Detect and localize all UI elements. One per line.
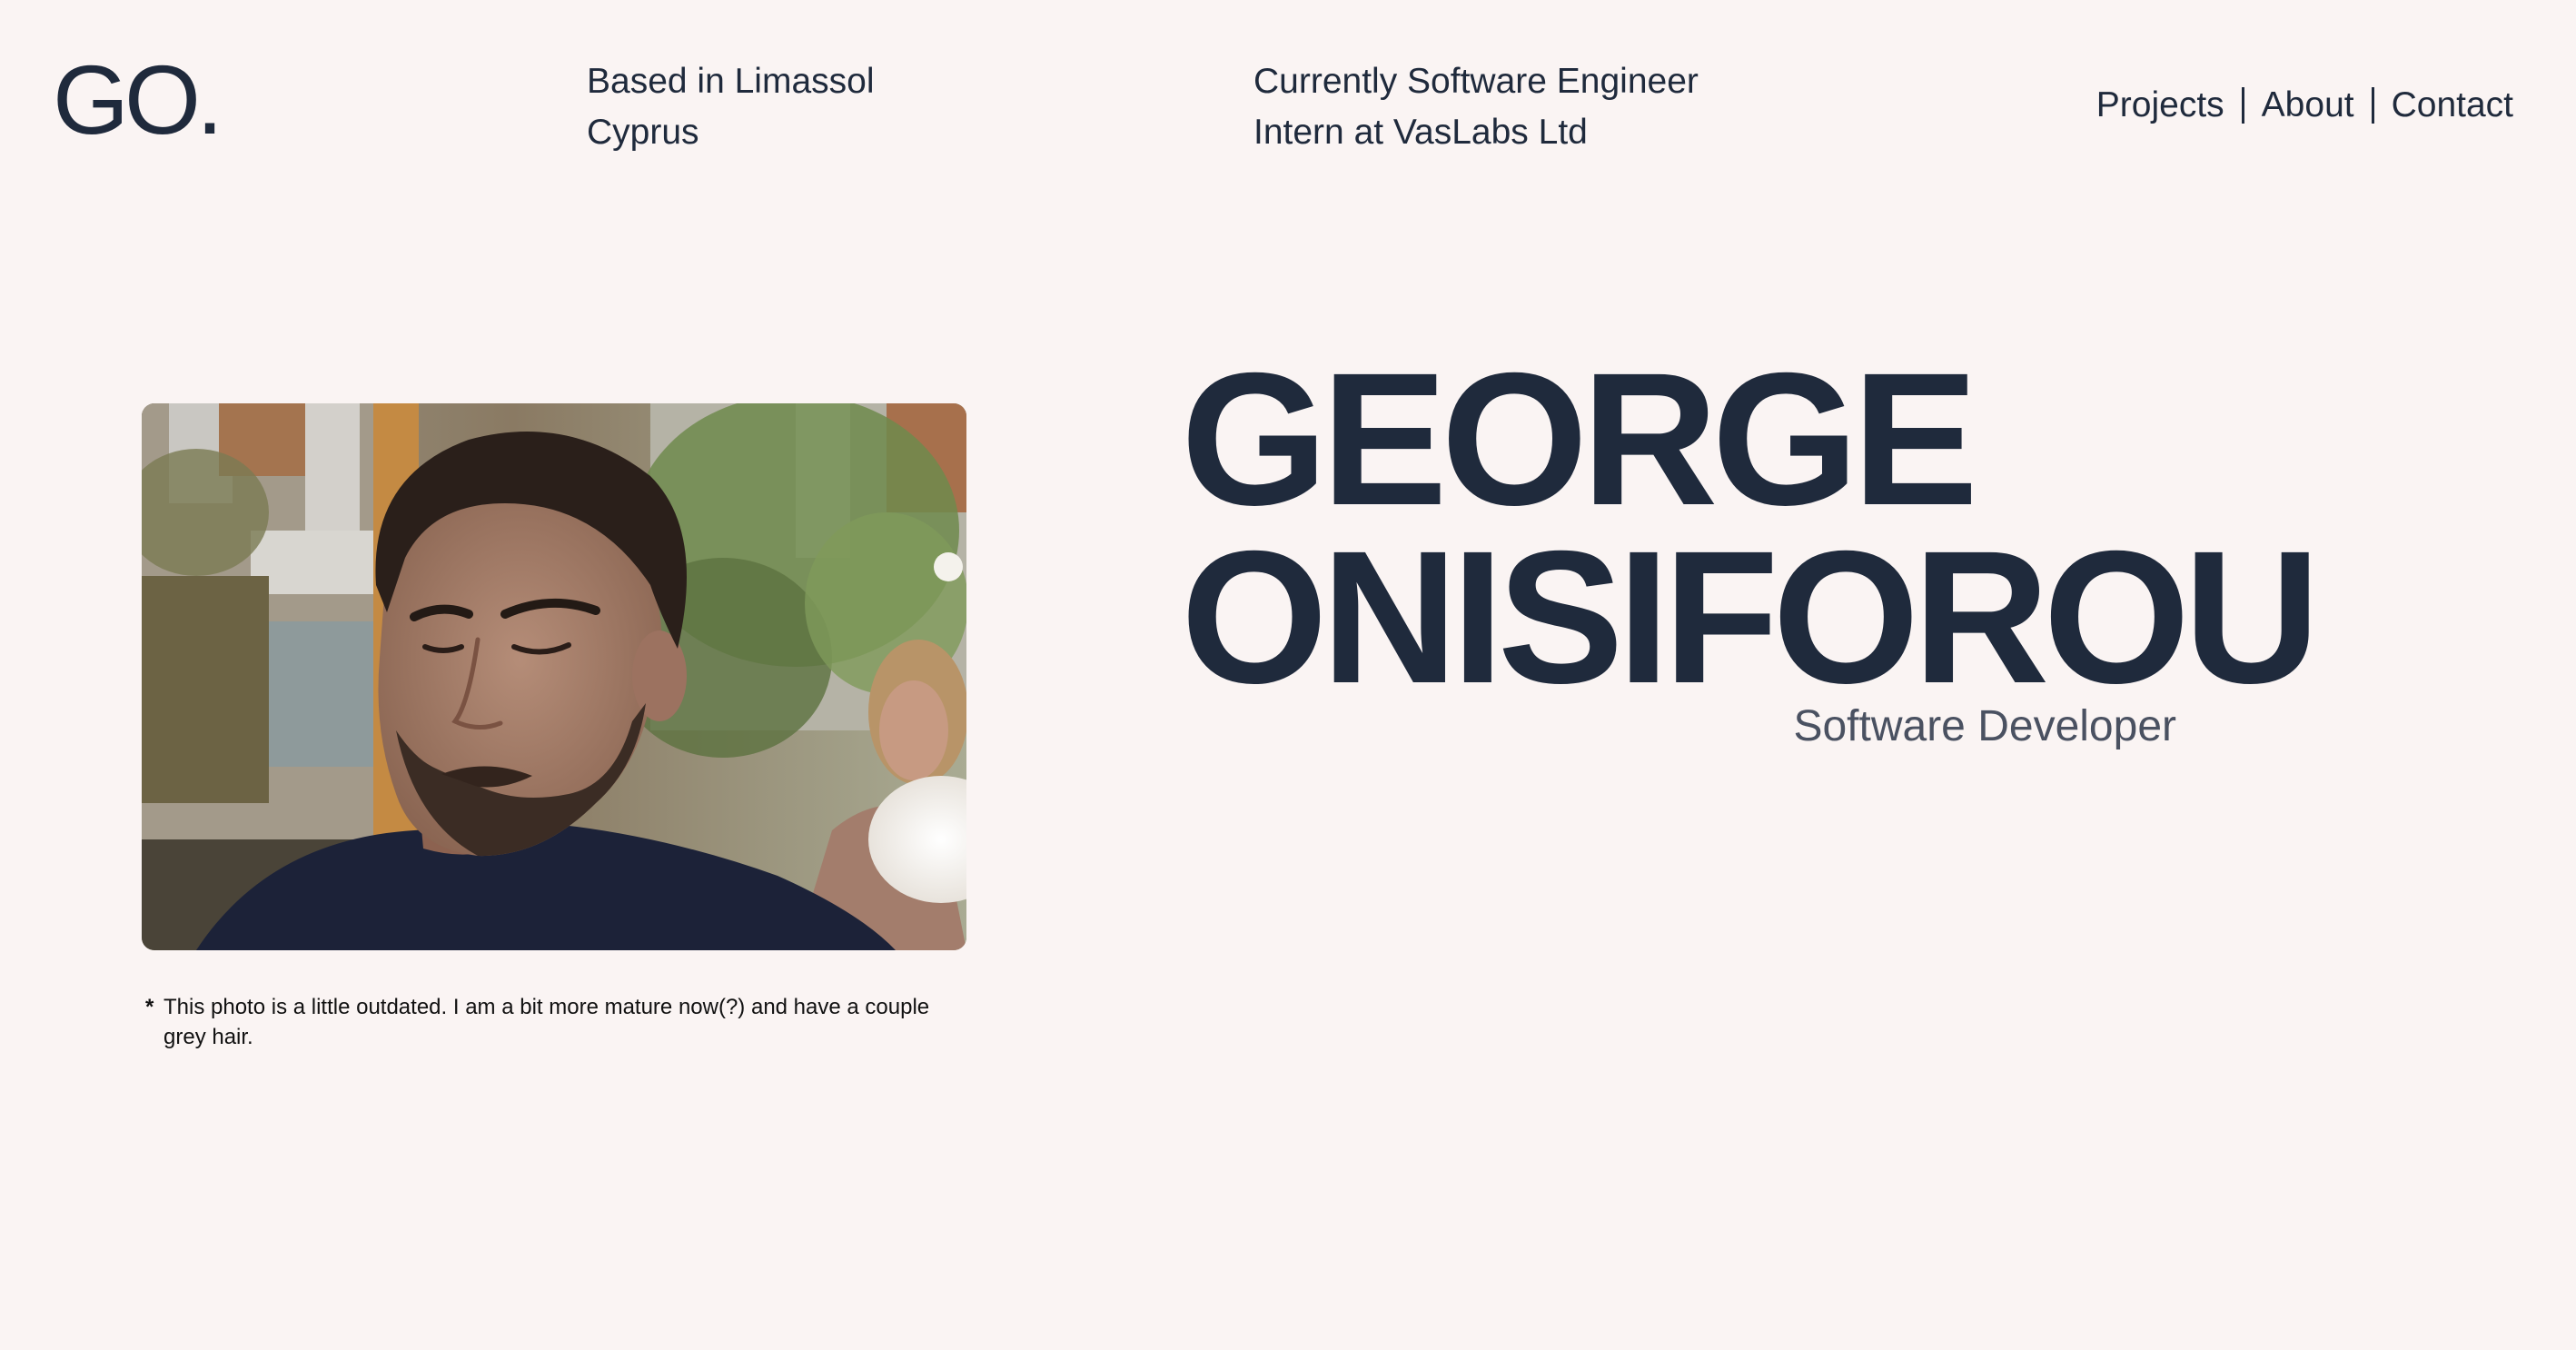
- job-title: Software Developer: [1793, 702, 2176, 750]
- caption-text: This photo is a little outdated. I am a …: [163, 995, 930, 1049]
- name-first: GEORGE: [1181, 334, 1978, 545]
- hero-name: GEORGE ONISIFOROU: [1181, 334, 2320, 723]
- main-nav: Projects About Contact: [2096, 80, 2513, 131]
- job-line-2: Intern at VasLabs Ltd: [1253, 113, 1588, 152]
- site-logo[interactable]: GO.: [53, 51, 223, 149]
- job-line-1: Currently Software Engineer: [1253, 62, 1699, 101]
- profile-photo-image: [142, 403, 966, 950]
- caption-marker: *: [145, 995, 154, 1019]
- photo-caption: * This photo is a little outdated. I am …: [145, 992, 963, 1052]
- nav-divider: [2241, 87, 2244, 124]
- nav-divider: [2371, 87, 2374, 124]
- profile-photo: [142, 403, 966, 950]
- name-last: ONISIFOROU: [1181, 512, 2320, 723]
- location-line-1: Based in Limassol: [587, 62, 875, 101]
- location-line-2: Cyprus: [587, 113, 699, 152]
- nav-link-about[interactable]: About: [2262, 80, 2354, 131]
- job-info: Currently Software Engineer Intern at Va…: [1253, 56, 1699, 158]
- location-info: Based in Limassol Cyprus: [587, 56, 875, 158]
- nav-link-projects[interactable]: Projects: [2096, 80, 2224, 131]
- nav-link-contact[interactable]: Contact: [2392, 80, 2513, 131]
